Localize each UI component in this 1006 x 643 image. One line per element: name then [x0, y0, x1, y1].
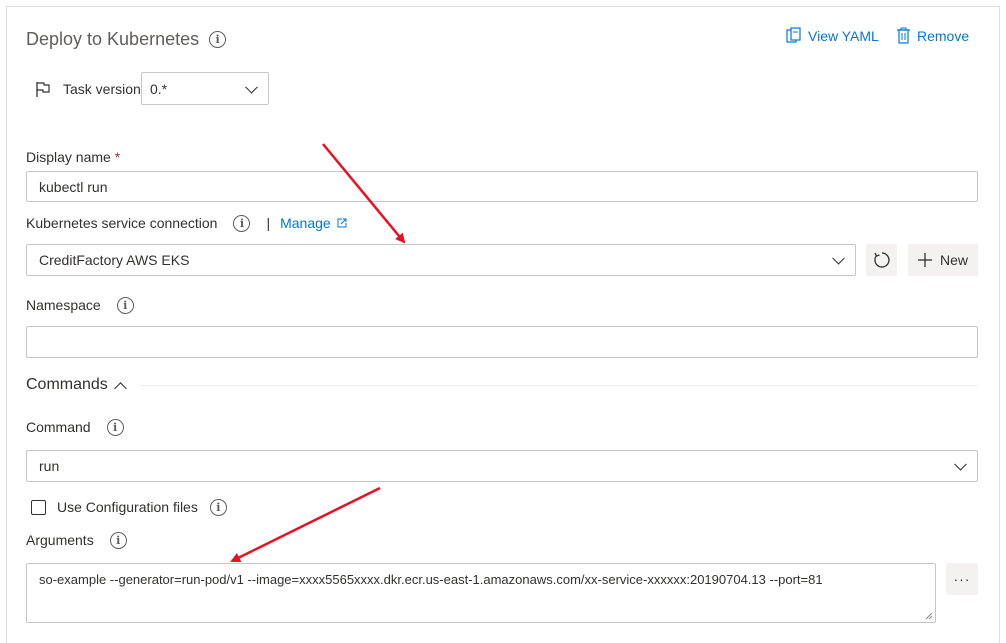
display-name-input[interactable]: kubectl run [26, 171, 978, 202]
more-options-label: ··· [953, 571, 971, 587]
separator: | [266, 215, 271, 231]
view-yaml-label: View YAML [808, 27, 879, 44]
arguments-value: so-example --generator=run-pod/v1 --imag… [39, 572, 823, 587]
info-icon[interactable]: i [233, 214, 251, 232]
new-connection-button[interactable]: New [908, 244, 978, 276]
arguments-label: Arguments [26, 532, 94, 548]
use-config-files-row: Use Configuration files i [31, 498, 227, 516]
display-name-value: kubectl run [39, 178, 108, 195]
task-version-label: Task version [63, 81, 141, 97]
namespace-label-row: Namespace i [26, 296, 134, 314]
namespace-input[interactable] [26, 326, 978, 358]
manage-link[interactable]: Manage [280, 214, 347, 232]
new-label: New [939, 252, 968, 268]
service-connection-label: Kubernetes service connection [26, 215, 218, 231]
refresh-button[interactable] [866, 244, 897, 276]
clipboard-icon [786, 27, 801, 43]
service-connection-value: CreditFactory AWS EKS [39, 252, 190, 268]
resize-handle-icon[interactable] [925, 612, 933, 620]
command-value: run [39, 458, 60, 474]
section-divider [140, 385, 978, 386]
command-label: Command [26, 419, 91, 435]
use-config-files-label: Use Configuration files [57, 499, 198, 515]
info-icon[interactable]: i [109, 531, 127, 549]
info-icon[interactable]: i [116, 296, 134, 314]
service-connection-label-row: Kubernetes service connection i | Manage [26, 214, 347, 232]
chevron-down-icon [832, 251, 845, 265]
external-link-icon [337, 218, 347, 228]
display-name-label: Display name * [26, 148, 120, 166]
view-yaml-button[interactable]: View YAML [786, 27, 879, 44]
service-connection-select[interactable]: CreditFactory AWS EKS [26, 244, 856, 276]
arguments-label-row: Arguments i [26, 531, 127, 549]
flag-icon [36, 82, 50, 97]
namespace-label: Namespace [26, 297, 101, 313]
chevron-down-icon [245, 80, 258, 94]
arguments-textarea[interactable]: so-example --generator=run-pod/v1 --imag… [26, 563, 936, 623]
required-mark: * [114, 149, 121, 165]
remove-label: Remove [917, 27, 970, 44]
task-version-select[interactable]: 0.* [141, 72, 269, 105]
info-icon[interactable]: i [209, 30, 227, 48]
commands-section-header[interactable]: Commands [26, 376, 127, 395]
display-name-label-text: Display name [26, 149, 111, 165]
manage-label: Manage [280, 215, 331, 231]
trash-icon [897, 27, 910, 44]
command-select[interactable]: run [26, 450, 978, 482]
chevron-up-icon [113, 381, 127, 395]
command-label-row: Command i [26, 418, 124, 436]
page-title-text: Deploy to Kubernetes [26, 29, 200, 49]
commands-section-title: Commands [26, 376, 108, 393]
task-version-value: 0.* [150, 80, 168, 97]
refresh-icon [873, 252, 890, 268]
page-title: Deploy to Kubernetes i [26, 28, 227, 50]
use-config-files-checkbox[interactable] [31, 499, 46, 515]
info-icon[interactable]: i [106, 418, 124, 436]
remove-button[interactable]: Remove [896, 27, 969, 44]
plus-icon [917, 253, 932, 267]
info-icon[interactable]: i [209, 498, 227, 516]
more-options-button[interactable]: ··· [946, 563, 978, 595]
chevron-down-icon [954, 457, 967, 471]
